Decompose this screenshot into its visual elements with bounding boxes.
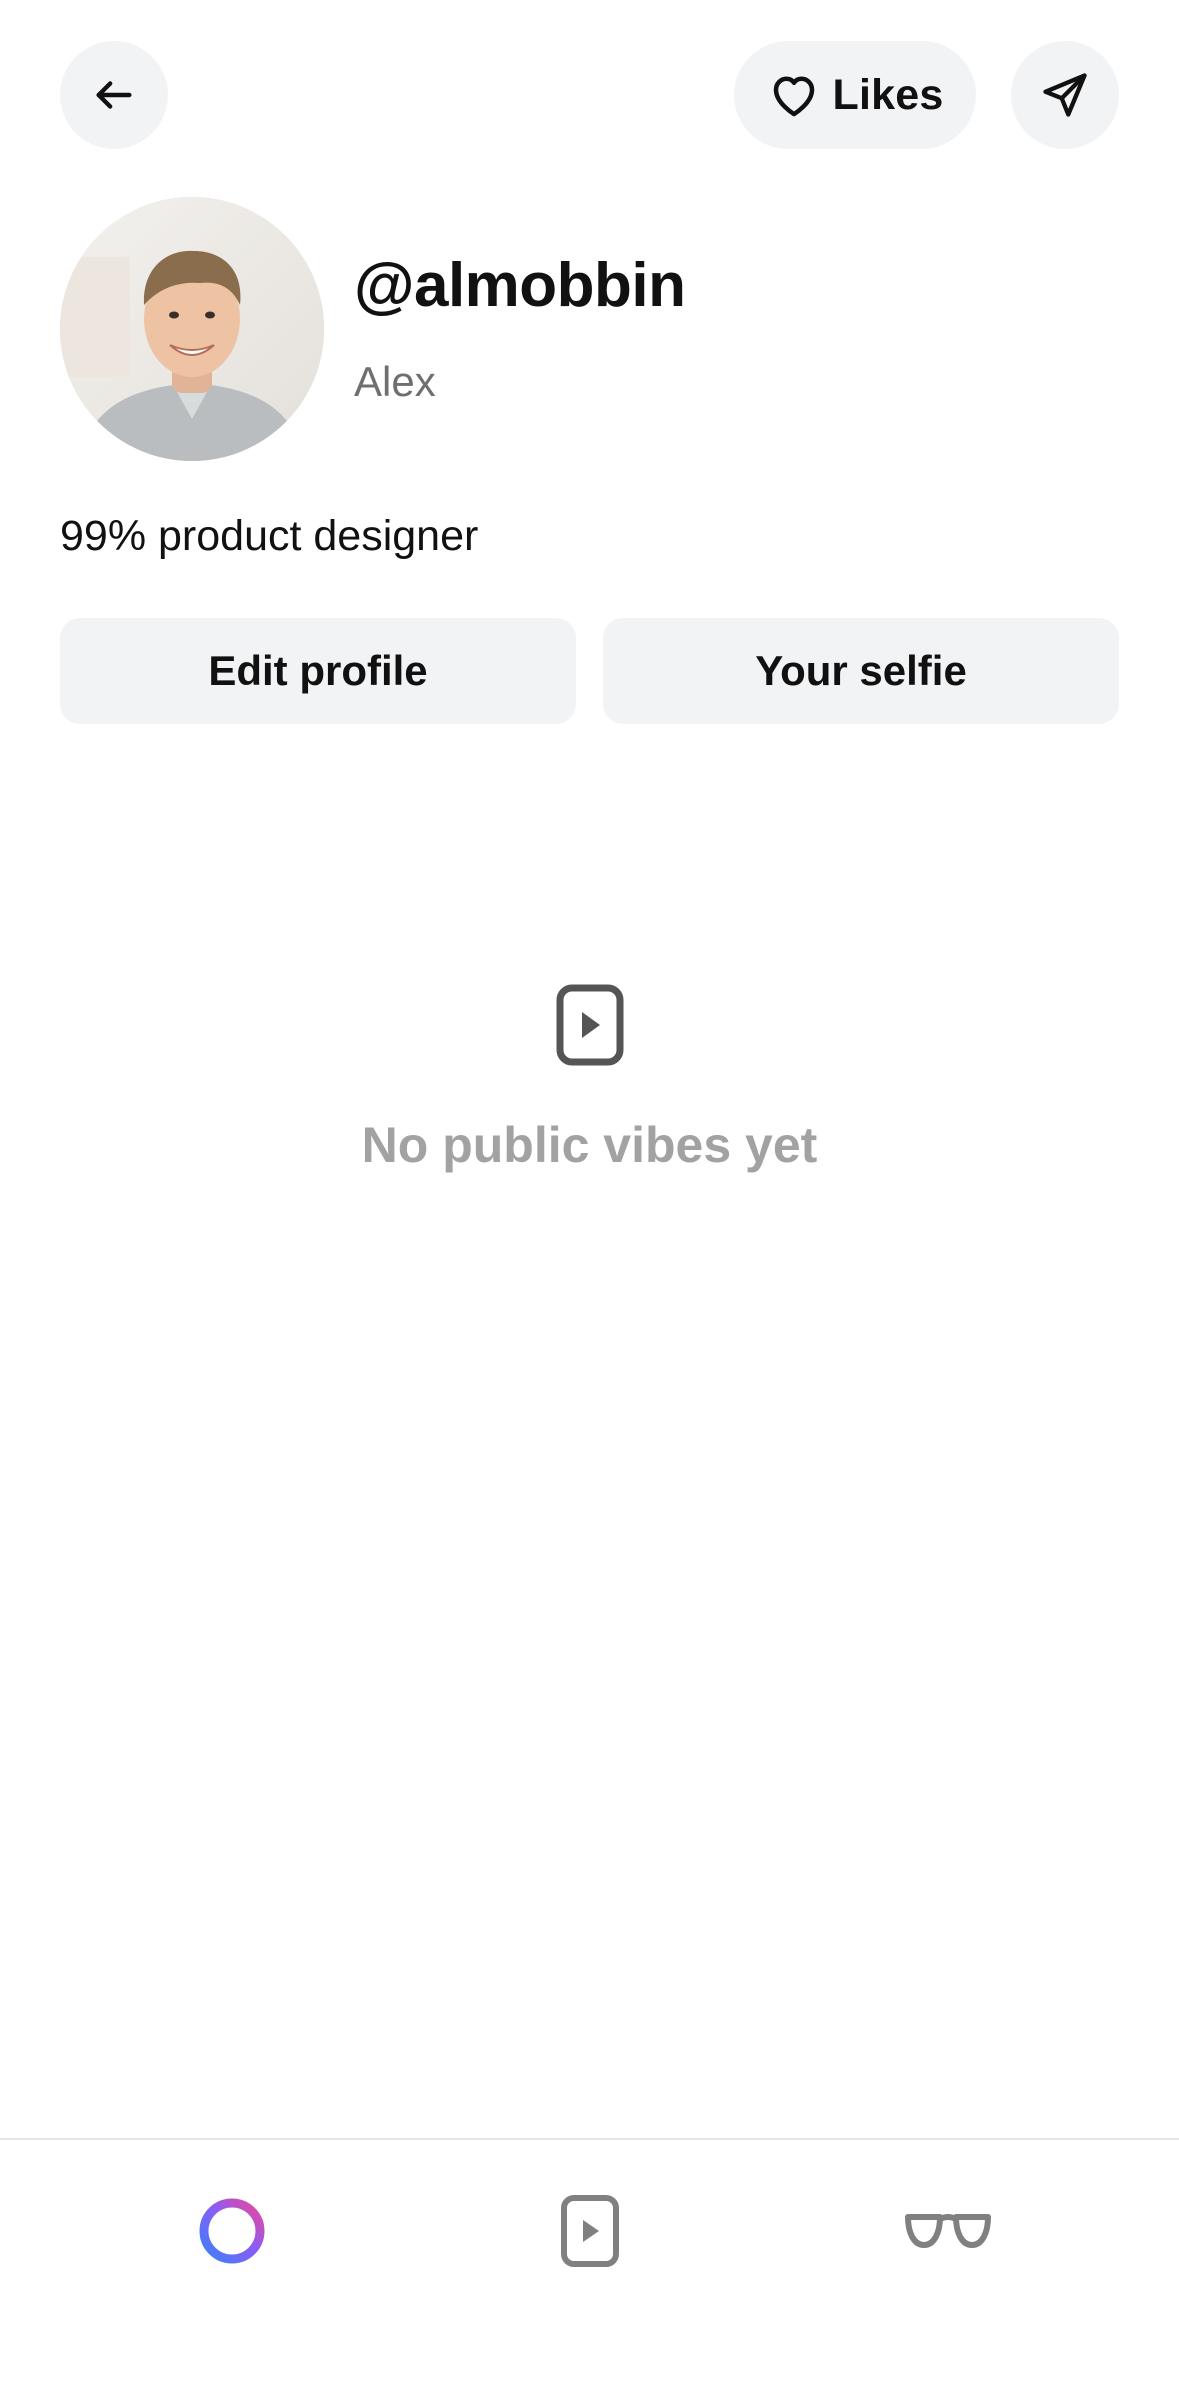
nav-vibes-tab[interactable] <box>530 2176 650 2286</box>
nav-discover-tab[interactable] <box>888 2176 1008 2286</box>
arrow-left-icon <box>91 72 137 118</box>
username-handle: @almobbin <box>354 251 686 320</box>
your-selfie-label: Your selfie <box>755 647 967 694</box>
heart-outline-icon <box>767 68 821 122</box>
gradient-ring-icon <box>197 2196 267 2266</box>
paper-plane-icon <box>1039 69 1091 121</box>
likes-button[interactable]: Likes <box>734 41 976 149</box>
bio-text: 99% product designer <box>60 512 479 560</box>
play-square-icon <box>560 2194 620 2268</box>
bottom-nav <box>0 2138 1179 2396</box>
avatar[interactable] <box>60 197 324 461</box>
profile-screen: Likes @almobbin Alex 99% product designe… <box>0 0 1179 2396</box>
share-button[interactable] <box>1011 41 1119 149</box>
back-button[interactable] <box>60 41 168 149</box>
edit-profile-button[interactable]: Edit profile <box>60 618 576 724</box>
edit-profile-label: Edit profile <box>208 647 428 694</box>
glasses-icon <box>904 2211 992 2251</box>
display-name: Alex <box>354 358 436 405</box>
play-square-icon <box>556 984 624 1071</box>
empty-state-message: No public vibes yet <box>361 1117 818 1173</box>
avatar-photo <box>60 197 324 461</box>
your-selfie-button[interactable]: Your selfie <box>603 618 1119 724</box>
nav-home-tab[interactable] <box>172 2176 292 2286</box>
likes-label: Likes <box>832 70 944 119</box>
